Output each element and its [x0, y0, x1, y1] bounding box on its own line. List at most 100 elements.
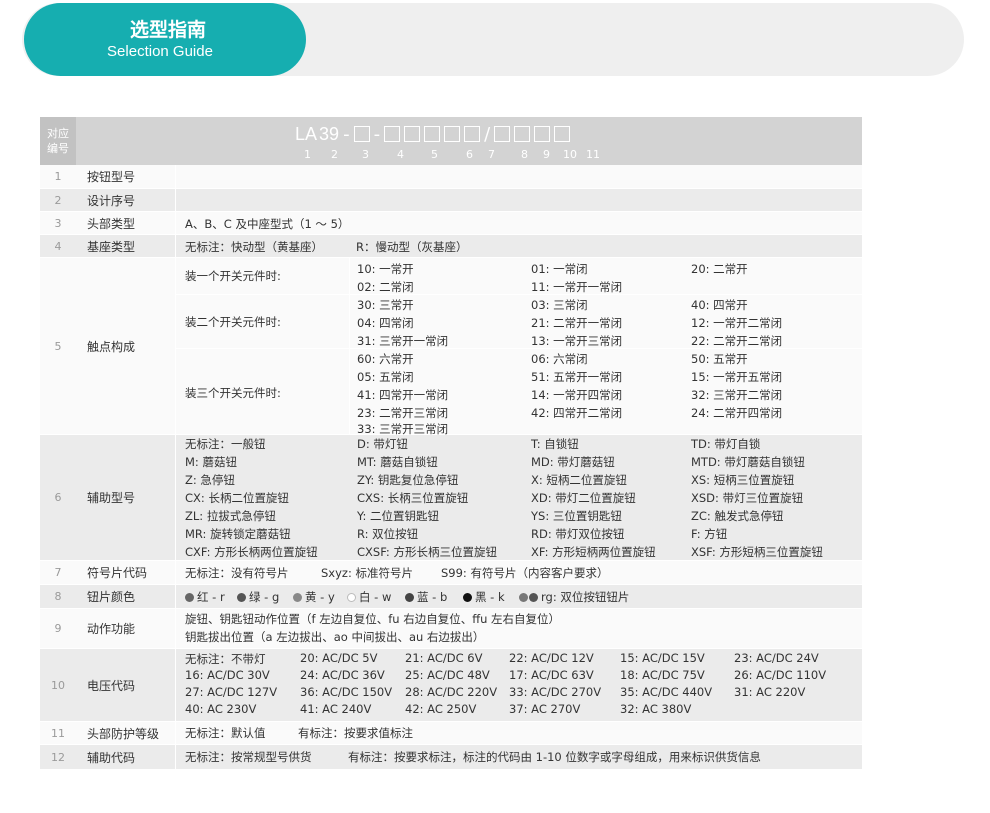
aux-item: D: 带灯钮 — [357, 437, 408, 451]
contact-item: 32: 三常开二常闭 — [691, 388, 783, 402]
contact-item: 30: 三常开 — [357, 298, 414, 312]
contact-item: 02: 二常闭 — [357, 280, 414, 294]
aux-item: MD: 带灯蘑菇钮 — [531, 455, 615, 469]
contact-item: 21: 二常开一常闭 — [531, 316, 623, 330]
voltage-item: 27: AC/DC 127V — [185, 685, 278, 699]
table-row: 3 头部类型 A、B、C 及中座型式（1 ～ 5） — [40, 212, 862, 235]
color-dot — [237, 593, 246, 602]
color-blue: 蓝 - b — [405, 589, 447, 605]
model-number: 39 — [319, 123, 340, 144]
index-number: 11 — [586, 148, 600, 161]
voltage-item: 25: AC/DC 48V — [405, 668, 490, 682]
aux-item: CXF: 方形长柄两位置旋钮 — [185, 545, 318, 559]
voltage-item: 28: AC/DC 220V — [405, 685, 498, 699]
voltage-item: 16: AC/DC 30V — [185, 668, 270, 682]
key-removal-positions: 钥匙拔出位置（a 左边拔出、ao 中间拔出、au 右边拔出） — [185, 630, 485, 644]
selection-table: 对应编号 LA 39 - - / 1 2 3 4 5 6 7 8 9 10 11 — [40, 117, 862, 769]
contact-item: 42: 四常开二常闭 — [531, 406, 623, 420]
table-row: 9 动作功能 旋钮、钥匙钮动作位置（f 左边自复位、fu 右边自复位、ffu 左… — [40, 609, 862, 649]
contact-item: 06: 六常闭 — [531, 352, 588, 366]
aux-code-custom: 有标注：按要求标注，标注的代码由 1-10 位数字或字母组成，用来标识供货信息 — [348, 750, 761, 764]
voltage-item: 41: AC 240V — [300, 702, 372, 716]
table-row: 12 辅助代码 无标注：按常规型号供货 有标注：按要求标注，标注的代码由 1-1… — [40, 745, 862, 769]
contact-item: 24: 二常开四常闭 — [691, 406, 783, 420]
code-box — [534, 126, 551, 142]
symbol-custom: S99: 有符号片（内容客户要求） — [441, 566, 609, 580]
code-box — [404, 126, 421, 142]
row-number: 1 — [54, 170, 62, 183]
row-value — [175, 165, 862, 188]
voltage-item: 21: AC/DC 6V — [405, 651, 483, 665]
row-label: 辅助型号 — [87, 491, 136, 505]
color-dot — [293, 593, 302, 602]
index-number: 4 — [397, 148, 404, 161]
aux-item: XSD: 带灯三位置旋钮 — [691, 491, 804, 505]
contact-item: 40: 四常开 — [691, 298, 748, 312]
table-row: 4 基座类型 无标注：快动型（黄基座） R：慢动型（灰基座） — [40, 235, 862, 258]
protection-custom: 有标注：按要求值标注 — [298, 726, 413, 740]
aux-item: MR: 旋转锁定蘑菇钮 — [185, 527, 291, 541]
color-dot — [405, 593, 414, 602]
contact-group-3: 装三个开关元件时: 60: 六常开 06: 六常闭 50: 五常开 05: 五常… — [176, 348, 862, 436]
group-label: 装一个开关元件时: — [176, 258, 350, 294]
row-number: 3 — [54, 216, 62, 230]
row-label: 头部类型 — [87, 216, 136, 231]
color-red: 红 - r — [185, 589, 225, 605]
contact-group-2: 装二个开关元件时: 30: 三常开 03: 三常闭 40: 四常开 04: 四常… — [176, 294, 862, 349]
contact-item: 60: 六常开 — [357, 352, 414, 366]
aux-item: T: 自锁钮 — [531, 437, 579, 451]
row-number: 2 — [54, 193, 62, 207]
symbol-none: 无标注：没有符号片 — [185, 566, 289, 580]
row-number: 6 — [54, 491, 62, 504]
voltage-item: 35: AC/DC 440V — [620, 685, 713, 699]
row-label: 设计序号 — [87, 193, 136, 208]
color-black: 黑 - k — [463, 589, 505, 605]
row-label: 电压代码 — [87, 678, 136, 693]
aux-item: XF: 方形短柄两位置旋钮 — [531, 545, 656, 559]
aux-item: RD: 带灯双位按钮 — [531, 527, 625, 541]
protection-default: 无标注：默认值 — [185, 726, 266, 740]
row-value: 无标注：不带灯 20: AC/DC 5V 21: AC/DC 6V 22: AC… — [175, 649, 862, 721]
contact-item: 01: 一常闭 — [531, 262, 588, 276]
aux-item: CX: 长柄二位置旋钮 — [185, 491, 289, 505]
header-title: 选型指南 — [129, 19, 206, 41]
voltage-item: 33: AC/DC 270V — [509, 685, 602, 699]
row-label: 头部防护等级 — [87, 726, 160, 741]
contact-item: 14: 一常开四常闭 — [531, 388, 623, 402]
aux-item: XS: 短柄三位置旋钮 — [691, 473, 795, 487]
aux-item: CXS: 长柄三位置旋钮 — [357, 491, 469, 505]
aux-item: CXSF: 方形长柄三位置旋钮 — [357, 545, 497, 559]
aux-item: F: 方钮 — [691, 527, 728, 541]
header-subtitle: Selection Guide — [107, 43, 213, 60]
group-label: 装二个开关元件时: — [176, 295, 350, 349]
voltage-item: 24: AC/DC 36V — [300, 668, 385, 682]
contact-item: 50: 五常开 — [691, 352, 748, 366]
row-number: 4 — [54, 239, 62, 253]
code-box — [353, 126, 370, 142]
aux-item: M: 蘑菇钮 — [185, 455, 237, 469]
action-positions: 旋钮、钥匙钮动作位置（f 左边自复位、fu 右边自复位、ffu 左右自复位） — [185, 612, 561, 626]
table-head: 对应编号 LA 39 - - / 1 2 3 4 5 6 7 8 9 10 11 — [40, 117, 862, 165]
index-number: 9 — [543, 148, 550, 161]
code-box — [514, 126, 531, 142]
contact-item: 12: 一常开二常闭 — [691, 316, 783, 330]
voltage-item: 20: AC/DC 5V — [300, 651, 378, 665]
table-row: 8 钮片颜色 红 - r 绿 - g 黄 - y 白 - w 蓝 - b 黑 -… — [40, 585, 862, 609]
aux-item: ZC: 触发式急停钮 — [691, 509, 784, 523]
index-number: 8 — [521, 148, 528, 161]
aux-item: Y: 二位置钥匙钮 — [357, 509, 440, 523]
row-label: 符号片代码 — [87, 566, 148, 580]
code-box — [444, 126, 461, 142]
row-value — [175, 189, 862, 211]
voltage-item: 36: AC/DC 150V — [300, 685, 393, 699]
contact-item: 20: 二常开 — [691, 262, 748, 276]
voltage-item: 40: AC 230V — [185, 702, 257, 716]
contact-item: 51: 五常开一常闭 — [531, 370, 623, 384]
code-box — [384, 126, 401, 142]
voltage-item: 15: AC/DC 15V — [620, 651, 705, 665]
contact-item: 03: 三常闭 — [531, 298, 588, 312]
voltage-item: 23: AC/DC 24V — [734, 651, 819, 665]
row-value: 无标注：按常规型号供货 有标注：按要求标注，标注的代码由 1-10 位数字或字母… — [175, 745, 862, 769]
row-label: 按钮型号 — [87, 170, 136, 184]
row-value: 旋钮、钥匙钮动作位置（f 左边自复位、fu 右边自复位、ffu 左右自复位） 钥… — [175, 609, 862, 648]
